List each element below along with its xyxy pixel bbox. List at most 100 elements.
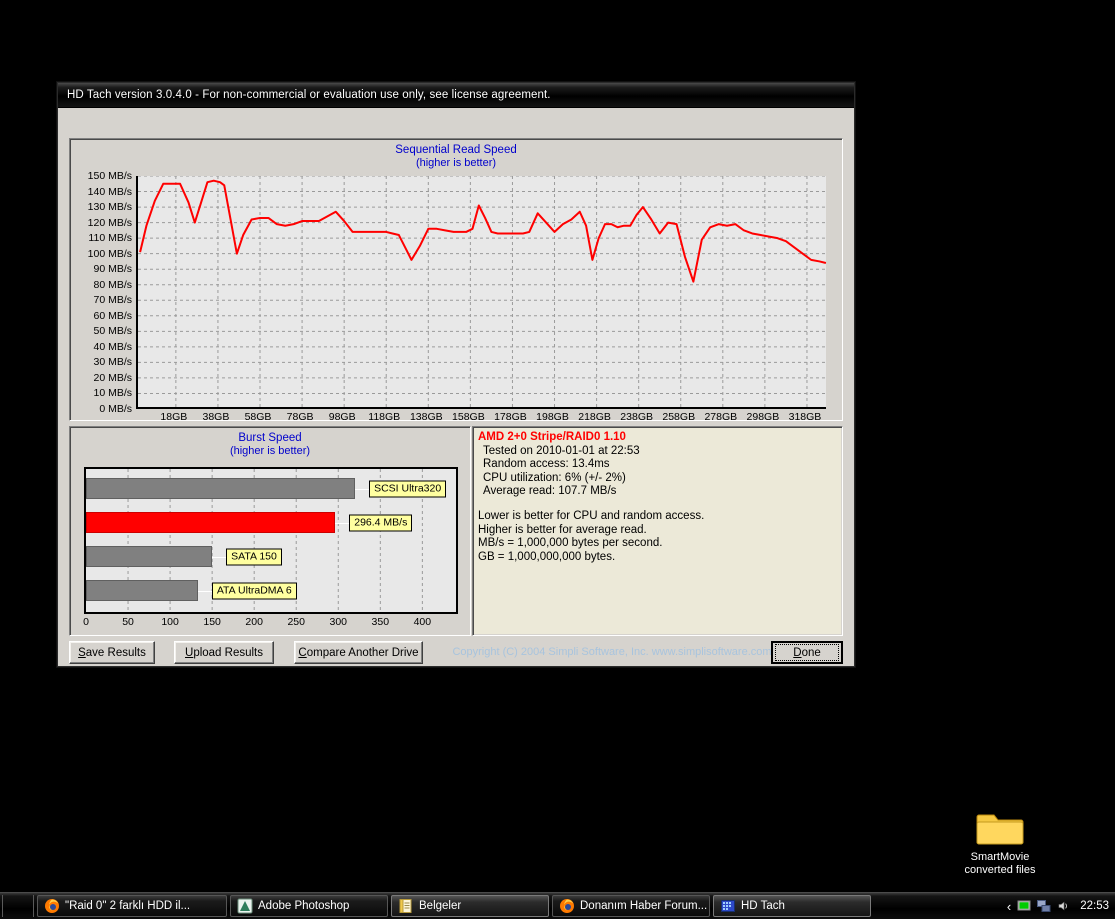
sequential-y-tick: 50 MB/s [93, 325, 132, 338]
window-titlebar[interactable]: HD Tach version 3.0.4.0 - For non-commer… [58, 83, 854, 108]
photoshop-icon [237, 898, 253, 914]
sequential-x-tick: 118GB [368, 411, 401, 423]
desktop-icon-smartmovie[interactable]: SmartMovie converted files [952, 808, 1048, 876]
taskbar-item-label: Belgeler [419, 900, 462, 912]
sequential-x-tick: 158GB [452, 411, 485, 423]
done-accel: D [793, 646, 802, 659]
hdtach-window: HD Tach version 3.0.4.0 - For non-commer… [57, 82, 855, 667]
burst-leader-line [212, 556, 227, 558]
burst-bar-label: SCSI Ultra320 [369, 480, 447, 497]
average-read-line: Average read: 107.7 MB/s [483, 485, 617, 498]
save-results-button[interactable]: Save Results [69, 641, 155, 664]
burst-bar [86, 512, 336, 533]
burst-title-text: Burst Speed [238, 432, 302, 444]
folder-icon [976, 814, 1024, 845]
desktop-icon-label-line1: SmartMovie [970, 851, 1030, 863]
burst-x-tick: 350 [371, 616, 390, 628]
compare-another-drive-button[interactable]: Compare Another Drive [294, 641, 423, 664]
sequential-y-tick: 0 MB/s [99, 403, 132, 415]
quick-launch-area[interactable] [2, 895, 34, 917]
compare-label: ompare Another Drive [306, 646, 419, 659]
show-hidden-icons-chevron[interactable]: ‹ [1007, 899, 1011, 914]
sequential-line-chart [138, 176, 828, 409]
sequential-y-tick: 90 MB/s [93, 263, 132, 276]
drive-info-panel: AMD 2+0 Stripe/RAID0 1.10 Tested on 2010… [472, 426, 843, 636]
done-button[interactable]: Done [771, 641, 843, 664]
info-note-3: MB/s = 1,000,000 bytes per second. [478, 537, 663, 550]
taskbar-item-1[interactable]: Adobe Photoshop [230, 895, 388, 917]
sequential-x-tick: 138GB [409, 411, 443, 423]
sequential-x-tick: 198GB [536, 411, 569, 423]
system-tray: ‹ 22:53 [1004, 899, 1115, 914]
taskbar-item-label: "Raid 0" 2 farklı HDD il... [65, 900, 191, 912]
sequential-y-axis-labels: 150 MB/s 140 MB/s 130 MB/s 120 MB/s 110 MB/s… [70, 170, 134, 415]
sequential-y-tick: 10 MB/s [93, 387, 132, 400]
desktop-icon-label-line2: converted files [964, 863, 1036, 876]
sequential-y-tick: 40 MB/s [93, 340, 132, 353]
sequential-x-tick: 278GB [704, 411, 738, 423]
sequential-y-tick: 120 MB/s [87, 216, 132, 229]
burst-x-tick: 150 [203, 616, 221, 628]
sequential-x-tick: 238GB [620, 411, 654, 423]
taskbar-item-label: HD Tach [741, 900, 785, 912]
sequential-x-axis-labels: 18GB 38GB 58GB 78GB 98GB 118GB 138GB 158GB 178GB… [136, 411, 826, 425]
info-note-2: Higher is better for average read. [478, 523, 647, 536]
desktop: SmartMovie converted files HD Tach versi… [0, 0, 1115, 919]
sequential-chart-title: Sequential Read Speed (higher is better) [70, 139, 842, 170]
cpu-utilization-line: CPU utilization: 6% (+/- 2%) [483, 471, 626, 484]
sequential-read-panel: Sequential Read Speed (higher is better)… [69, 138, 843, 423]
info-note-4: GB = 1,000,000,000 bytes. [478, 550, 616, 563]
volume-icon[interactable] [1057, 899, 1071, 913]
sequential-y-tick: 80 MB/s [93, 278, 132, 291]
sequential-x-tick: 78GB [286, 411, 314, 423]
burst-x-tick: 250 [287, 616, 305, 628]
save-accel: S [78, 646, 86, 659]
taskbar-item-0[interactable]: "Raid 0" 2 farklı HDD il... [37, 895, 227, 917]
monitor-icon[interactable] [1017, 899, 1031, 913]
burst-x-tick: 50 [122, 616, 134, 628]
sequential-plot-area [136, 176, 828, 409]
sequential-x-tick: 258GB [662, 411, 696, 423]
sequential-y-tick: 70 MB/s [93, 294, 132, 307]
sequential-x-tick: 18GB [160, 411, 188, 423]
drive-name: AMD 2+0 Stripe/RAID0 1.10 [478, 431, 626, 443]
sequential-y-tick: 60 MB/s [93, 309, 132, 322]
taskbar-item-2[interactable]: Belgeler [391, 895, 549, 917]
sequential-y-tick: 20 MB/s [93, 371, 132, 384]
sequential-x-tick: 178GB [494, 411, 527, 423]
sequential-x-tick: 318GB [788, 411, 822, 423]
burst-x-tick: 300 [329, 616, 348, 628]
sequential-title-text: Sequential Read Speed [395, 144, 517, 156]
burst-plot-area: SCSI Ultra320 296.4 MB/s SATA 150 ATA Ultra… [84, 467, 458, 614]
taskbar-item-4[interactable]: HD Tach [713, 895, 871, 917]
upload-label: pload Results [193, 646, 263, 659]
taskbar-clock[interactable]: 22:53 [1080, 900, 1109, 912]
burst-x-tick: 400 [413, 616, 432, 628]
network-icon[interactable] [1037, 899, 1051, 913]
firefox-icon [560, 899, 574, 913]
burst-chart-title: Burst Speed (higher is better) [70, 427, 470, 458]
save-label: ave Results [85, 646, 146, 659]
sequential-x-tick: 298GB [746, 411, 780, 423]
burst-x-tick: 200 [245, 616, 263, 628]
button-row: Save Results Upload Results Compare Anot… [69, 641, 843, 666]
taskbar-item-3[interactable]: Donanım Haber Forum... [552, 895, 710, 917]
burst-subtitle-text: (higher is better) [229, 445, 311, 457]
sequential-subtitle-text: (higher is better) [415, 157, 497, 169]
documents-icon [399, 899, 412, 913]
burst-bar [86, 478, 356, 499]
taskbar-item-label: Adobe Photoshop [258, 900, 350, 912]
done-label: one [801, 646, 821, 659]
taskbar-item-label: Donanım Haber Forum... [580, 900, 708, 912]
window-body: Sequential Read Speed (higher is better)… [58, 108, 854, 666]
upload-results-button[interactable]: Upload Results [174, 641, 274, 664]
sequential-y-tick: 150 MB/s [87, 170, 132, 182]
burst-x-tick: 100 [161, 616, 179, 628]
sequential-y-tick: 140 MB/s [87, 185, 132, 198]
sequential-x-tick: 218GB [578, 411, 611, 423]
tested-on-line: Tested on 2010-01-01 at 22:53 [483, 444, 640, 457]
burst-x-tick: 0 [83, 616, 89, 628]
compare-accel: C [298, 646, 307, 659]
copyright-text: Copyright (C) 2004 Simpli Software, Inc.… [452, 646, 772, 658]
firefox-icon [45, 899, 59, 913]
